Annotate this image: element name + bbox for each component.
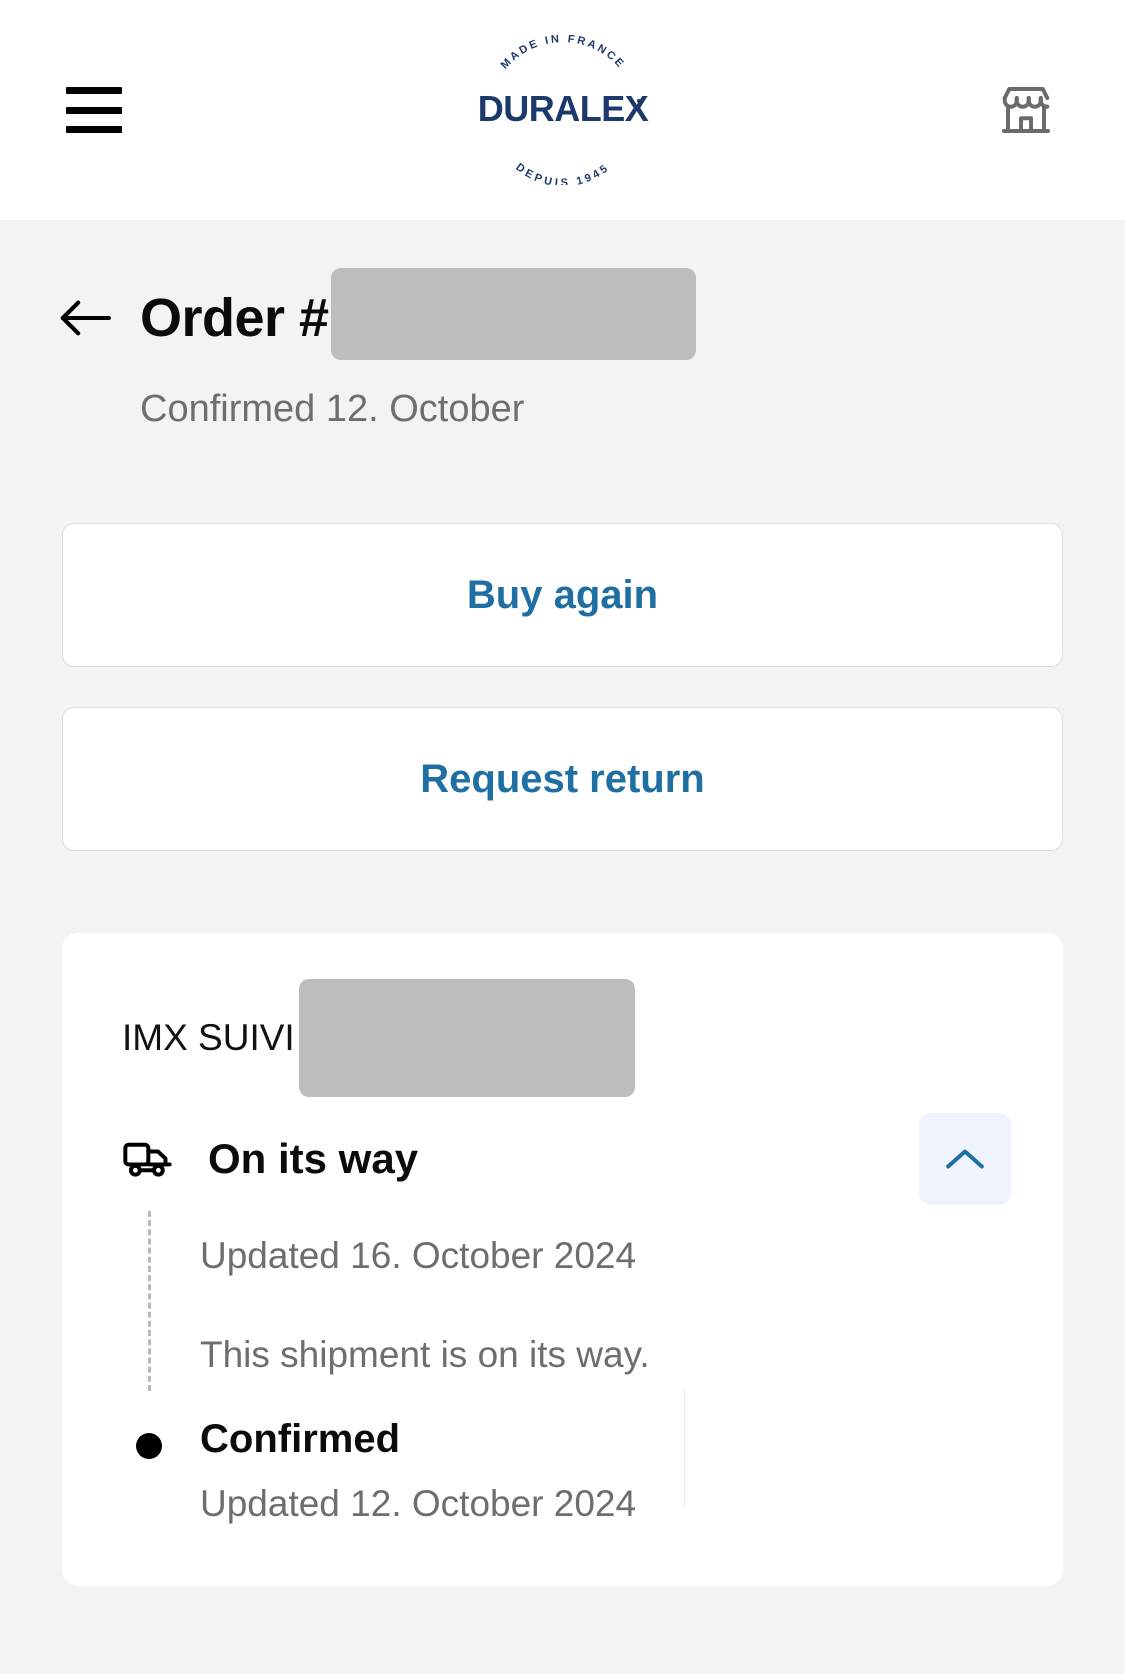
shipment-status-row: On its way (122, 1113, 1011, 1205)
chevron-up-icon (946, 1149, 984, 1169)
collapse-timeline-button[interactable] (919, 1113, 1011, 1205)
timeline-confirmed-updated: Updated 12. October 2024 (200, 1483, 637, 1524)
page-title: Order # (140, 268, 696, 364)
hamburger-bar (66, 87, 122, 94)
timeline-event: Updated 16. October 2024 This shipment i… (122, 1211, 1003, 1391)
order-title-text: Order # (140, 288, 329, 348)
hamburger-bar (66, 106, 122, 114)
back-arrow-icon[interactable] (56, 296, 114, 340)
carrier-row: IMX SUIVI (122, 979, 1003, 1097)
order-number-redacted (330, 268, 696, 360)
tracking-number-redacted[interactable] (298, 979, 635, 1097)
title-row: Order # (56, 268, 1069, 364)
timeline-dashed-line (148, 1211, 151, 1391)
buy-again-button[interactable]: Buy again (62, 523, 1063, 667)
svg-text:DEPUIS 1945: DEPUIS 1945 (513, 161, 612, 185)
shipment-tracking-card: IMX SUIVI On its way Updated 16. October… (62, 933, 1063, 1586)
order-status-line: Confirmed 12. October (140, 388, 525, 430)
storefront-icon[interactable] (995, 80, 1057, 140)
shipment-timeline: Updated 16. October 2024 This shipment i… (122, 1211, 1003, 1522)
duralex-logo[interactable]: MADE IN FRANCE DURALEX DEPUIS 1945 (443, 35, 683, 185)
request-return-button[interactable]: Request return (62, 707, 1063, 851)
card-inner-edge (684, 1388, 685, 1508)
shipment-status-title: On its way (208, 1135, 419, 1182)
timeline-dot-icon (136, 1433, 162, 1459)
carrier-label: IMX SUIVI (122, 1017, 295, 1058)
app-header: MADE IN FRANCE DURALEX DEPUIS 1945 (0, 0, 1125, 220)
svg-text:MADE IN FRANCE: MADE IN FRANCE (498, 35, 627, 72)
page-header: Order # Confirmed 12. October (0, 220, 1125, 431)
shipment-status-left: On its way (122, 1135, 418, 1183)
hamburger-menu-icon[interactable] (66, 87, 122, 133)
timeline-confirmed-title: Confirmed (200, 1417, 400, 1461)
delivery-truck-icon (123, 1142, 172, 1177)
timeline-event-description: This shipment is on its way. (200, 1334, 650, 1375)
order-details-screen: MADE IN FRANCE DURALEX DEPUIS 1945 Order… (0, 0, 1125, 1674)
svg-text:DURALEX: DURALEX (477, 88, 648, 129)
timeline-event-updated: Updated 16. October 2024 (200, 1235, 637, 1276)
hamburger-bar (66, 126, 122, 133)
timeline-event-confirmed: Confirmed Updated 12. October 2024 (122, 1419, 1003, 1522)
order-actions: Buy again Request return (0, 523, 1125, 851)
